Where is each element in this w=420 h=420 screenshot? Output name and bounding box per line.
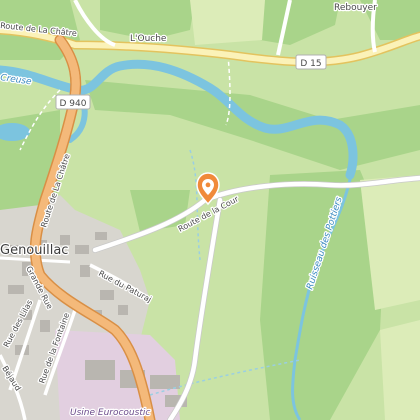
- building: [80, 265, 90, 277]
- label-usine-eurocoustic: Usine Eurocoustic: [70, 408, 150, 418]
- label-l-ouche: L'Ouche: [130, 34, 167, 44]
- map-svg[interactable]: D 940 D 15 Route de La Châtre L'Ouche Re…: [0, 0, 420, 420]
- building: [40, 320, 50, 332]
- road-shield-d15: D 15: [295, 54, 327, 70]
- building: [118, 305, 128, 315]
- road-shield-d940: D 940: [55, 94, 91, 110]
- map-canvas[interactable]: D 940 D 15 Route de La Châtre L'Ouche Re…: [0, 0, 420, 420]
- label-genouillac: Genouillac: [0, 243, 68, 258]
- building: [100, 290, 114, 300]
- road-shield-d15-label: D 15: [300, 59, 321, 69]
- field-north: [190, 0, 265, 45]
- field-southeast: [380, 320, 420, 420]
- factory-building: [85, 360, 115, 380]
- label-rebouyer: Rebouyer: [334, 3, 377, 13]
- building: [8, 285, 24, 294]
- building: [150, 375, 180, 389]
- building: [75, 245, 89, 254]
- building: [95, 232, 107, 240]
- road-shield-d940-label: D 940: [60, 99, 87, 109]
